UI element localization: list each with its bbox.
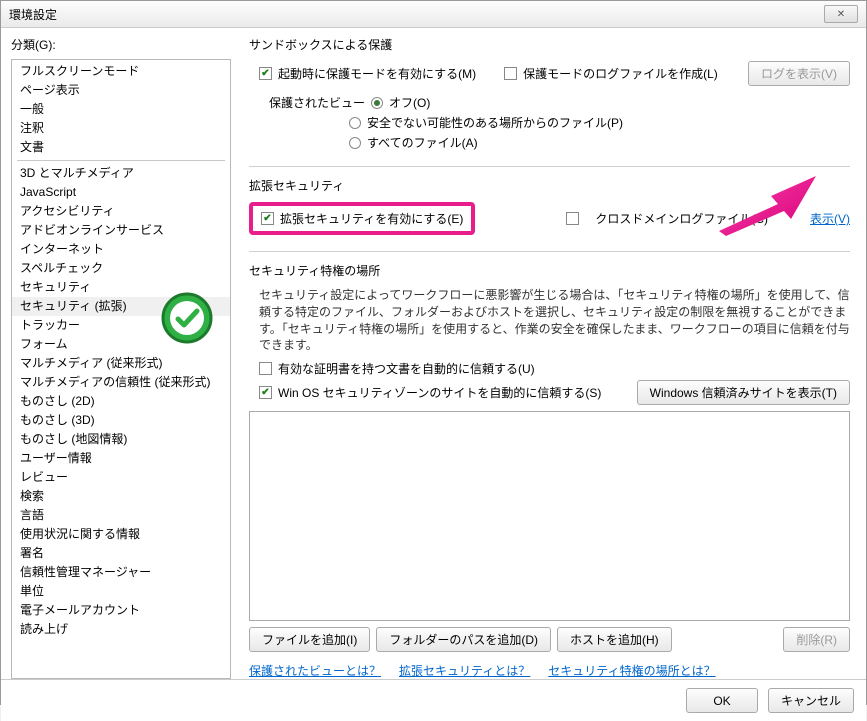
sidebar-item[interactable]: アクセシビリティ [12,202,230,221]
priv-title: セキュリティ特権の場所 [249,262,850,279]
sidebar-item[interactable]: 使用状況に関する情報 [12,525,230,544]
cross-domain-log-checkbox[interactable] [566,212,579,225]
add-file-button[interactable]: ファイルを追加(I) [249,627,370,652]
window-title: 環境設定 [9,6,57,23]
add-host-button[interactable]: ホストを追加(H) [557,627,672,652]
sidebar-item[interactable]: JavaScript [12,183,230,202]
sidebar-item[interactable]: 信頼性管理マネージャー [12,563,230,582]
protected-view-unsafe-label: 安全でない可能性のある場所からのファイル(P) [367,114,623,131]
cross-domain-log-label: クロスドメインログファイル(C) [595,210,768,227]
ok-button[interactable]: OK [686,688,758,713]
sidebar-item[interactable]: 読み上げ [12,620,230,639]
sidebar-item[interactable]: フルスクリーンモード [12,62,230,81]
sidebar-item[interactable]: 言語 [12,506,230,525]
show-windows-trusted-sites-button[interactable]: Windows 信頼済みサイトを表示(T) [637,380,850,405]
protected-view-off-label: オフ(O) [389,94,430,111]
auto-trust-cert-checkbox[interactable] [259,362,272,375]
protected-view-all-radio[interactable] [349,137,361,149]
sidebar-item[interactable]: セキュリティ [12,278,230,297]
sidebar-item[interactable]: 電子メールアカウント [12,601,230,620]
show-crossdomain-link[interactable]: 表示(V) [810,210,850,227]
help-links: 保護されたビューとは？ 拡張セキュリティとは？ セキュリティ特権の場所とは？ [249,662,850,679]
enhanced-security-title: 拡張セキュリティ [249,177,850,194]
sidebar-item[interactable]: 単位 [12,582,230,601]
cancel-button[interactable]: キャンセル [768,688,854,713]
help-priv-locations-link[interactable]: セキュリティ特権の場所とは？ [548,662,715,679]
create-log-label: 保護モードのログファイルを作成(L) [523,65,718,82]
sidebar-item[interactable]: トラッカー [12,316,230,335]
enable-enhanced-security-checkbox[interactable] [261,212,274,225]
enable-protected-mode-label: 起動時に保護モードを有効にする(M) [278,65,476,82]
close-button[interactable]: ✕ [824,5,858,23]
sidebar-item[interactable]: アドビオンラインサービス [12,221,230,240]
preferences-window: 環境設定 ✕ 分類(G): フルスクリーンモードページ表示一般注釈文書 3D とマ… [0,0,867,705]
titlebar: 環境設定 ✕ [1,1,866,28]
sidebar-item[interactable]: スペルチェック [12,259,230,278]
sidebar-item[interactable]: 3D とマルチメディア [12,164,230,183]
sidebar-item[interactable]: レビュー [12,468,230,487]
priv-description: セキュリティ設定によってワークフローに悪影響が生じる場合は、「セキュリティ特権の… [259,287,850,354]
create-log-checkbox[interactable] [504,67,517,80]
category-list[interactable]: フルスクリーンモードページ表示一般注釈文書 3D とマルチメディアJavaScri… [11,59,231,679]
enable-enhanced-security-label: 拡張セキュリティを有効にする(E) [280,210,463,227]
sidebar-item[interactable]: ものさし (地図情報) [12,430,230,449]
privileged-locations-section: セキュリティ特権の場所 セキュリティ設定によってワークフローに悪影響が生じる場合… [249,262,850,679]
show-log-button[interactable]: ログを表示(V) [748,61,850,86]
help-enhanced-security-link[interactable]: 拡張セキュリティとは？ [399,662,530,679]
protected-view-label: 保護されたビュー [269,94,365,111]
footer: OK キャンセル [1,679,866,721]
sidebar-item[interactable]: 文書 [12,138,230,157]
main-panel: サンドボックスによる保護 起動時に保護モードを有効にする(M) 保護モードのログ… [231,36,856,679]
sidebar-item[interactable]: セキュリティ (拡張) [12,297,230,316]
sidebar-item[interactable]: 署名 [12,544,230,563]
sandbox-title: サンドボックスによる保護 [249,36,850,53]
enhanced-security-section: 拡張セキュリティ 拡張セキュリティを有効にする(E) クロスドメインログファイル… [249,177,850,252]
sandbox-section: サンドボックスによる保護 起動時に保護モードを有効にする(M) 保護モードのログ… [249,36,850,167]
auto-trust-winos-checkbox[interactable] [259,386,272,399]
sidebar-item[interactable]: マルチメディアの信頼性 (従来形式) [12,373,230,392]
auto-trust-winos-label: Win OS セキュリティゾーンのサイトを自動的に信頼する(S) [278,384,601,401]
add-folder-button[interactable]: フォルダーのパスを追加(D) [376,627,551,652]
protected-view-all-label: すべてのファイル(A) [367,134,478,151]
category-label: 分類(G): [11,36,231,53]
sidebar-item[interactable]: 一般 [12,100,230,119]
highlight-enable-enhanced: 拡張セキュリティを有効にする(E) [249,202,475,235]
sidebar-item[interactable]: ものさし (3D) [12,411,230,430]
protected-view-unsafe-radio[interactable] [349,117,361,129]
sidebar-item[interactable]: マルチメディア (従来形式) [12,354,230,373]
sidebar-item[interactable]: ものさし (2D) [12,392,230,411]
sidebar-item[interactable]: ユーザー情報 [12,449,230,468]
sidebar-item[interactable]: ページ表示 [12,81,230,100]
enable-protected-mode-checkbox[interactable] [259,67,272,80]
sidebar: 分類(G): フルスクリーンモードページ表示一般注釈文書 3D とマルチメディアJ… [11,36,231,679]
protected-view-off-radio[interactable] [371,97,383,109]
sidebar-item[interactable]: 注釈 [12,119,230,138]
auto-trust-cert-label: 有効な証明書を持つ文書を自動的に信頼する(U) [278,360,535,377]
priv-locations-listbox[interactable] [249,411,850,621]
remove-button[interactable]: 削除(R) [783,627,850,652]
sidebar-divider [17,160,225,161]
sidebar-item[interactable]: インターネット [12,240,230,259]
help-protected-view-link[interactable]: 保護されたビューとは？ [249,662,381,679]
sidebar-item[interactable]: 検索 [12,487,230,506]
sidebar-item[interactable]: フォーム [12,335,230,354]
